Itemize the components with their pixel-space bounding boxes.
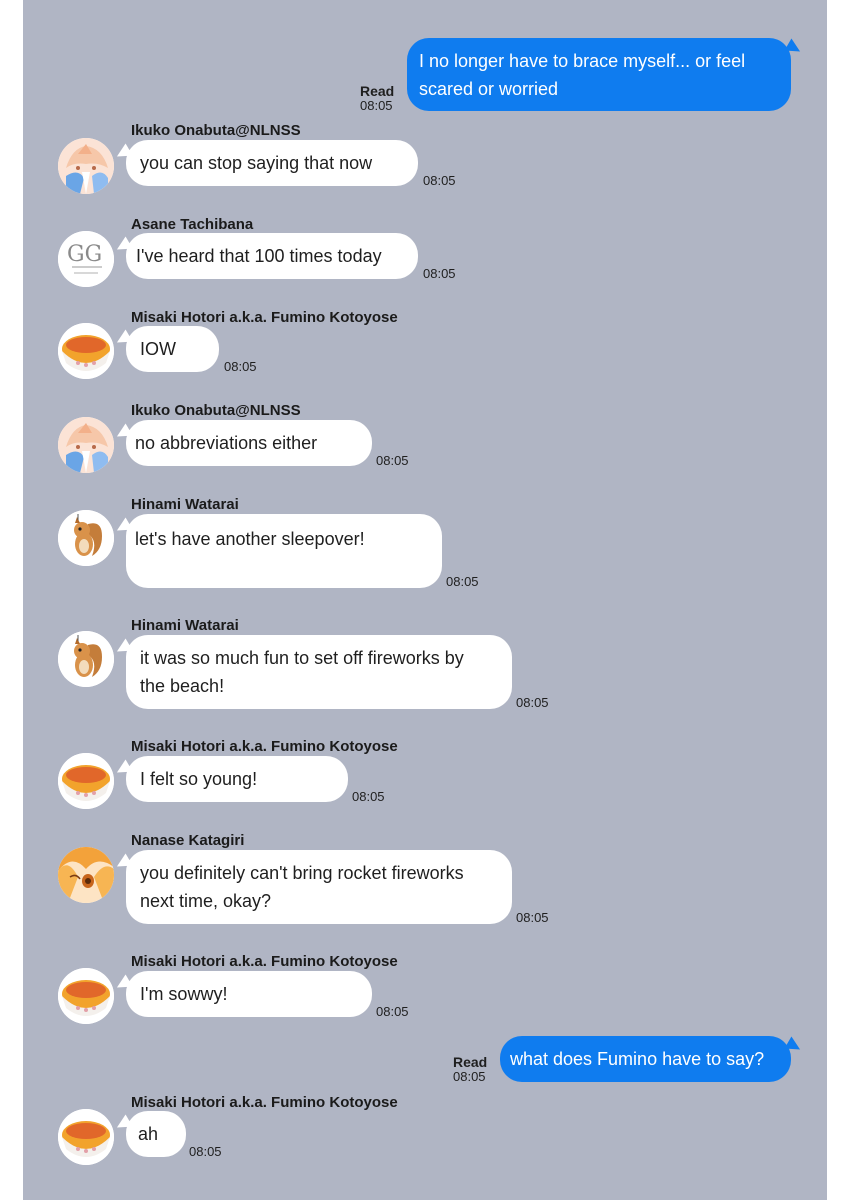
message-time: 08:05	[423, 266, 456, 281]
message-time: 08:05	[189, 1144, 222, 1159]
misaki-avatar[interactable]	[58, 968, 114, 1024]
sender-name: Misaki Hotori a.k.a. Fumino Kotoyose	[131, 738, 398, 755]
message-bubble[interactable]: ah	[126, 1111, 186, 1157]
asane-avatar-icon: GG	[58, 231, 114, 287]
message-time: 08:05	[423, 173, 456, 188]
message-bubble[interactable]: I felt so young!	[126, 756, 348, 802]
message-bubble[interactable]: what does Fumino have to say?	[500, 1036, 791, 1082]
message-bubble[interactable]: no abbreviations either	[126, 420, 372, 466]
message-bubble[interactable]: it was so much fun to set off fireworks …	[126, 635, 512, 709]
sender-name: Ikuko Onabuta@NLNSS	[131, 402, 301, 419]
sender-name: Asane Tachibana	[131, 216, 254, 233]
sender-name: Misaki Hotori a.k.a. Fumino Kotoyose	[131, 1094, 398, 1111]
sender-name: Misaki Hotori a.k.a. Fumino Kotoyose	[131, 309, 398, 326]
ikuko-avatar-icon	[58, 138, 114, 194]
hinami-avatar-icon	[58, 510, 114, 566]
message-time: 08:05	[376, 1004, 409, 1019]
sender-name: Hinami Watarai	[131, 496, 239, 513]
read-receipt: Read	[360, 83, 395, 99]
nanase-avatar[interactable]	[58, 847, 114, 903]
misaki-avatar-icon	[58, 968, 114, 1024]
message-bubble[interactable]: I'm sowwy!	[126, 971, 372, 1017]
chat-history[interactable]: Read 08:05 I no longer have to brace mys…	[23, 0, 827, 1200]
misaki-avatar-icon	[58, 1109, 114, 1165]
hinami-avatar-icon	[58, 631, 114, 687]
misaki-avatar[interactable]	[58, 753, 114, 809]
message-time: 08:05	[516, 695, 549, 710]
ikuko-avatar[interactable]	[58, 138, 114, 194]
ikuko-avatar-icon	[58, 417, 114, 473]
hinami-avatar[interactable]	[58, 510, 114, 566]
avatar-lettering: GG	[67, 242, 102, 267]
ikuko-avatar[interactable]	[58, 417, 114, 473]
sender-name: Hinami Watarai	[131, 617, 239, 634]
message-bubble[interactable]: you definitely can't bring rocket firewo…	[126, 850, 512, 924]
message-time: 08:05	[360, 98, 393, 113]
misaki-avatar-icon	[58, 323, 114, 379]
misaki-avatar-icon	[58, 753, 114, 809]
message-time: 08:05	[453, 1069, 486, 1084]
message-bubble[interactable]: let's have another sleepover!	[126, 514, 442, 588]
sender-name: Misaki Hotori a.k.a. Fumino Kotoyose	[131, 953, 398, 970]
misaki-avatar[interactable]	[58, 323, 114, 379]
sender-name: Ikuko Onabuta@NLNSS	[131, 122, 301, 139]
misaki-avatar[interactable]	[58, 1109, 114, 1165]
hinami-avatar[interactable]	[58, 631, 114, 687]
read-receipt: Read	[453, 1054, 488, 1070]
asane-avatar[interactable]: GG	[58, 231, 114, 287]
message-time: 08:05	[376, 453, 409, 468]
sender-name: Nanase Katagiri	[131, 832, 245, 849]
message-bubble[interactable]: IOW	[126, 326, 219, 372]
message-time: 08:05	[446, 574, 479, 589]
message-bubble[interactable]: I've heard that 100 times today	[126, 233, 418, 279]
nanase-avatar-icon	[58, 847, 114, 903]
message-bubble[interactable]: you can stop saying that now	[126, 140, 418, 186]
message-time: 08:05	[516, 910, 549, 925]
message-bubble[interactable]: I no longer have to brace myself... or f…	[407, 38, 791, 111]
message-time: 08:05	[352, 789, 385, 804]
message-time: 08:05	[224, 359, 257, 374]
